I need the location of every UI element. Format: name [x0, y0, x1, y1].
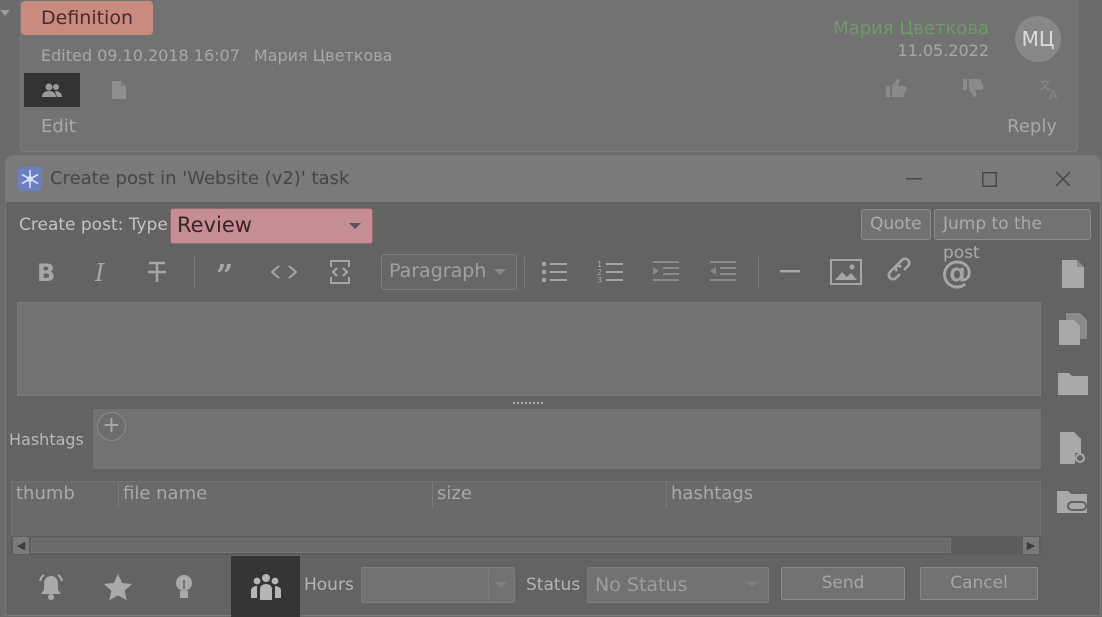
horizontal-scrollbar[interactable]: ◀ ▶ [11, 536, 1041, 555]
svg-text:B: B [37, 260, 55, 284]
hours-input[interactable] [361, 567, 515, 603]
paragraph-select[interactable]: Paragraph [381, 254, 517, 290]
svg-text:A: A [1049, 88, 1058, 100]
app-icon [18, 167, 42, 191]
post-card: Definition Edited 09.10.2018 16:07 Мария … [20, 0, 1078, 152]
post-editor[interactable] [17, 302, 1041, 396]
create-post-dialog: Create post in 'Website (v2)' task Creat… [5, 155, 1101, 617]
status-value: No Status [595, 574, 688, 596]
resize-handle[interactable] [513, 402, 543, 405]
send-button[interactable]: Send [781, 567, 905, 600]
scroll-right-icon[interactable]: ▶ [1023, 537, 1039, 554]
chevron-down-icon [746, 582, 758, 588]
post-type-value: Review [177, 213, 252, 237]
outdent-icon[interactable] [703, 251, 743, 293]
quote-button[interactable]: Quote [861, 209, 931, 240]
svg-text:I: I [94, 260, 105, 284]
column-header-thumb[interactable]: thumb [12, 482, 118, 508]
type-label: Create post: Type - [19, 215, 180, 235]
chevron-down-icon [495, 582, 507, 588]
svg-text:”: ” [216, 264, 233, 280]
svg-text:@: @ [941, 255, 973, 289]
link-icon[interactable] [882, 251, 922, 293]
hours-label: Hours [304, 575, 354, 595]
strikethrough-icon[interactable] [137, 251, 177, 293]
star-icon[interactable] [90, 556, 146, 617]
avatar[interactable]: МЦ [1015, 16, 1061, 62]
status-select[interactable]: No Status [587, 567, 769, 603]
code-icon[interactable] [264, 251, 304, 293]
column-header-size[interactable]: size [432, 482, 666, 508]
column-header-file-name[interactable]: file name [118, 482, 432, 508]
copy-documents-icon[interactable] [1053, 309, 1093, 349]
bell-icon[interactable] [23, 556, 79, 617]
hashtags-area[interactable] [93, 409, 1041, 469]
code-block-icon[interactable] [320, 251, 360, 293]
dialog-title: Create post in 'Website (v2)' task [50, 168, 350, 189]
editor-toolbar: B I ” Paragraph 123 @ [22, 251, 1042, 293]
edited-by: Мария Цветкова [253, 46, 393, 65]
dialog-footer: Hours Status No Status Send Cancel [11, 556, 1046, 617]
maximize-icon[interactable] [975, 165, 1003, 193]
quote-icon[interactable]: ” [207, 251, 247, 293]
attachments-table: thumb file name size hashtags [11, 481, 1041, 537]
svg-text:3: 3 [597, 276, 602, 284]
thumb-up-icon[interactable] [885, 78, 907, 104]
add-hashtag-icon[interactable]: + [97, 412, 126, 441]
cancel-button[interactable]: Cancel [920, 567, 1038, 600]
thumb-down-icon[interactable] [962, 78, 984, 104]
minimize-icon[interactable] [900, 165, 928, 193]
image-icon[interactable] [826, 251, 866, 293]
status-label: Status [526, 575, 581, 595]
document-link-icon[interactable] [1053, 428, 1093, 468]
close-icon[interactable] [1049, 165, 1077, 193]
scrollbar-thumb[interactable] [31, 538, 951, 553]
document-icon[interactable] [102, 73, 136, 107]
reply-link[interactable]: Reply [1007, 116, 1057, 137]
dialog-titlebar[interactable]: Create post in 'Website (v2)' task [6, 156, 1100, 202]
post-type-select[interactable]: Review [170, 208, 373, 244]
post-type-badge: Definition [21, 1, 154, 35]
bold-icon[interactable]: B [26, 251, 66, 293]
chevron-down-icon [349, 223, 361, 229]
indent-icon[interactable] [646, 251, 686, 293]
hashtags-label: Hashtags [9, 430, 84, 449]
horizontal-rule-icon[interactable] [770, 251, 810, 293]
author-name[interactable]: Мария Цветкова [833, 18, 989, 39]
edited-label: Edited 09.10.2018 16:07 [41, 46, 240, 65]
column-header-hashtags[interactable]: hashtags [666, 482, 1040, 508]
folder-icon[interactable] [1053, 363, 1093, 403]
edited-info: Edited 09.10.2018 16:07 Мария Цветкова [41, 46, 392, 65]
paragraph-value: Paragraph [389, 260, 487, 282]
folder-link-icon[interactable] [1053, 482, 1093, 522]
new-document-icon[interactable] [1053, 254, 1093, 294]
author-date: 11.05.2022 [897, 41, 989, 60]
edit-link[interactable]: Edit [41, 116, 76, 137]
chevron-down-icon [494, 269, 506, 275]
italic-icon[interactable]: I [81, 251, 121, 293]
mention-icon[interactable]: @ [938, 251, 978, 293]
jump-to-post-button[interactable]: Jump to the post [934, 209, 1091, 263]
scroll-left-icon[interactable]: ◀ [13, 537, 29, 554]
author-block: Мария Цветкова 11.05.2022 [833, 18, 989, 62]
people-icon[interactable] [24, 73, 80, 107]
team-icon[interactable] [231, 556, 300, 617]
translate-icon[interactable]: 文A [1039, 77, 1061, 104]
bullet-list-icon[interactable] [534, 251, 574, 293]
lightbulb-icon[interactable] [156, 556, 212, 617]
numbered-list-icon[interactable]: 123 [590, 251, 630, 293]
collapse-arrow-icon[interactable] [0, 10, 10, 16]
